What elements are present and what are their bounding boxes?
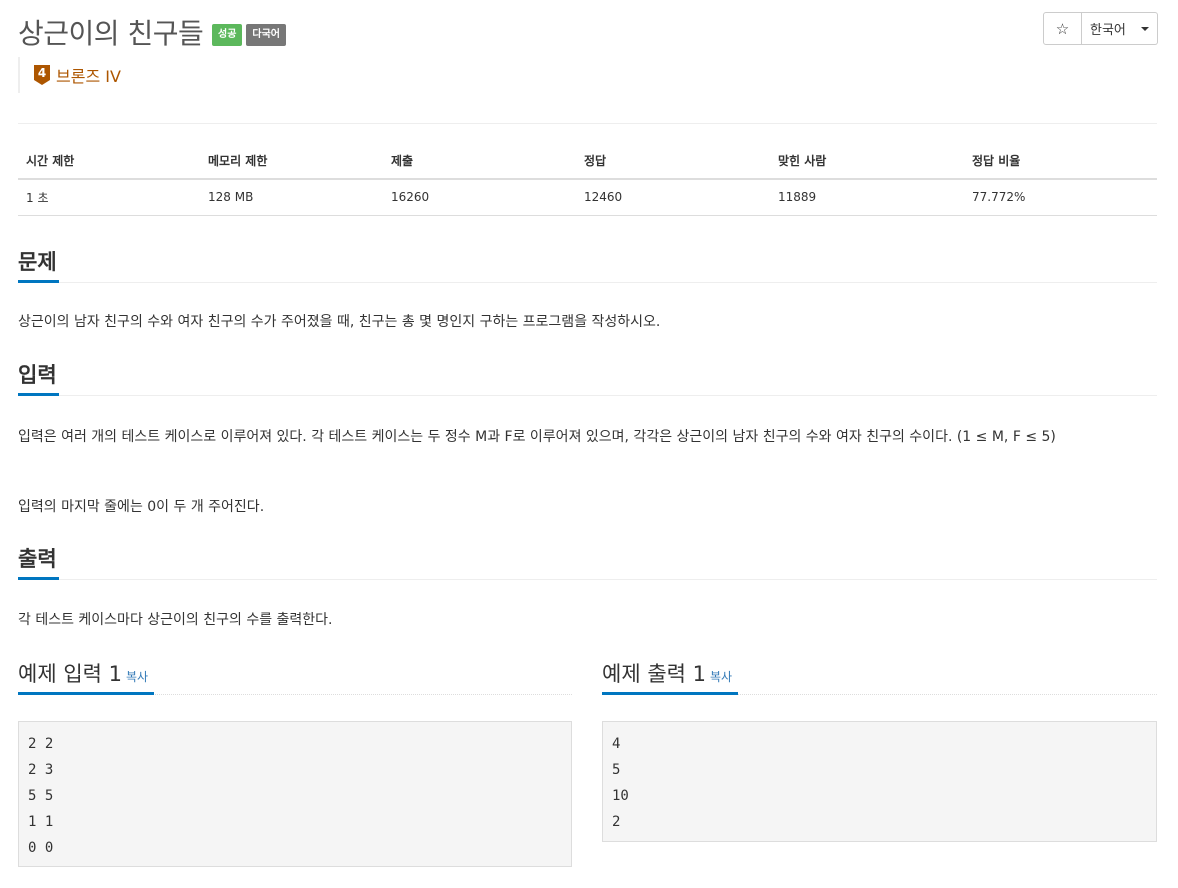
description-section-header: 문제 [18,247,1157,283]
problem-badges: 성공 다국어 [212,24,287,46]
header-buttons: ☆ 한국어 [1043,12,1158,45]
header-submissions: 제출 [383,142,576,180]
language-label: 한국어 [1090,23,1126,38]
sample-output-box[interactable]: 4 5 10 2 [602,721,1157,842]
copy-sample-output-button[interactable]: 복사 [710,670,732,684]
header-memory-limit: 메모리 제한 [200,142,383,180]
sample-input-title: 예제 입력 1 [18,662,122,686]
description-title: 문제 [18,247,59,283]
problem-title: 상근이의 친구들 [18,17,204,50]
input-text-end: 입력의 마지막 줄에는 0이 두 개 주어진다. [18,499,265,515]
output-section-header: 출력 [18,544,1157,580]
sample-output-title: 예제 출력 1 [602,662,706,686]
table-header-row: 시간 제한 메모리 제한 제출 정답 맞힌 사람 정답 비율 [18,142,1157,180]
input-title: 입력 [18,360,59,396]
problem-tier[interactable]: 4 브론즈 IV [18,57,121,93]
multilang-badge[interactable]: 다국어 [246,24,287,46]
value-time-limit: 1 초 [18,179,200,216]
header-solved-users: 맞힌 사람 [770,142,964,180]
input-text: 입력은 여러 개의 테스트 케이스로 이루어져 있다. 각 테스트 케이스는 두… [18,429,1056,445]
table-row: 1 초 128 MB 16260 12460 11889 77.772% [18,179,1157,216]
page-header: 상근이의 친구들 성공 다국어 ☆ 한국어 [18,10,1158,50]
header-accept-ratio: 정답 비율 [964,142,1157,180]
sample-input-label: 예제 입력 1 복사 [18,659,155,695]
value-accepted[interactable]: 12460 [576,179,770,216]
tier-label: 브론즈 IV [56,67,121,86]
tier-medal-icon: 4 [34,65,50,85]
success-badge[interactable]: 성공 [212,24,243,46]
sample-input-box[interactable]: 2 2 2 3 5 5 1 1 0 0 [18,721,572,867]
header-accepted: 정답 [576,142,770,180]
favorite-star-button[interactable]: ☆ [1043,12,1082,45]
value-submissions[interactable]: 16260 [383,179,576,216]
sample-output-label: 예제 출력 1 복사 [602,659,739,695]
output-text: 각 테스트 케이스마다 상근이의 친구의 수를 출력한다. [18,612,333,628]
sample-input-header: 예제 입력 1 복사 [18,659,572,695]
language-dropdown[interactable]: 한국어 [1082,12,1158,45]
star-icon: ☆ [1055,19,1070,38]
value-accept-ratio: 77.772% [964,179,1157,216]
output-title: 출력 [18,544,59,580]
value-solved-users[interactable]: 11889 [770,179,964,216]
caret-down-icon [1141,26,1149,31]
description-text: 상근이의 남자 친구의 수와 여자 친구의 수가 주어졌을 때, 친구는 총 몇… [18,314,661,330]
problem-info-table: 시간 제한 메모리 제한 제출 정답 맞힌 사람 정답 비율 1 초 128 M… [18,142,1157,216]
value-memory-limit: 128 MB [200,179,383,216]
divider [18,123,1157,124]
copy-sample-input-button[interactable]: 복사 [126,670,148,684]
header-time-limit: 시간 제한 [18,142,200,180]
input-section-header: 입력 [18,360,1157,396]
sample-output-header: 예제 출력 1 복사 [602,659,1157,695]
